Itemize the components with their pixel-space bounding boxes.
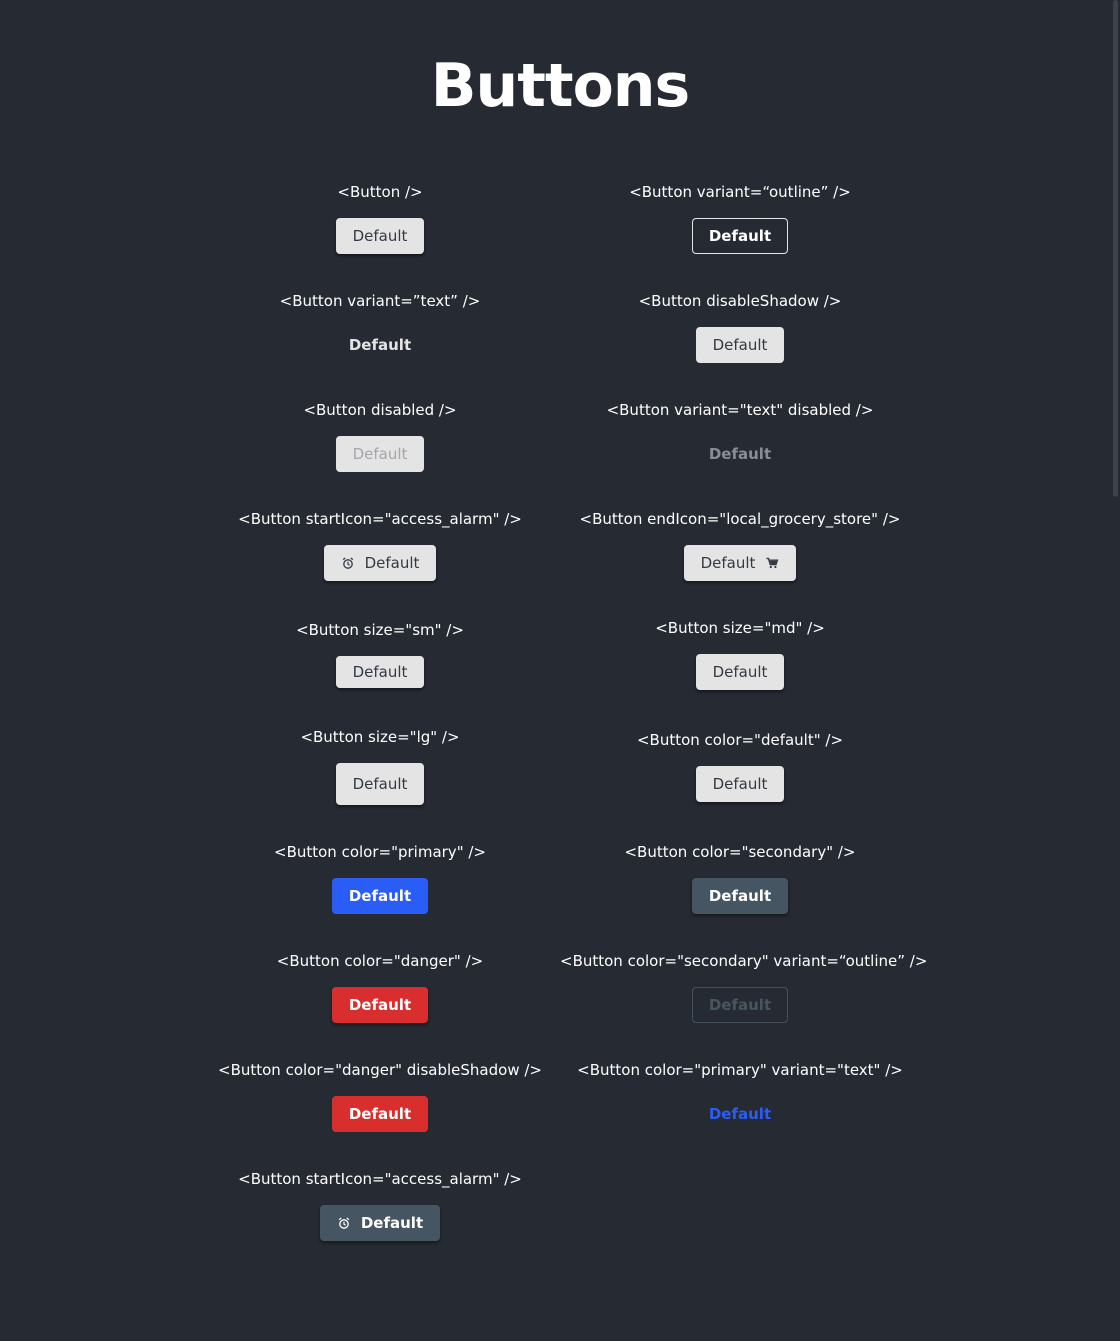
example-color-secondary: <Button color="secondary" /> Default — [560, 842, 920, 914]
secondary-button[interactable]: Default — [691, 878, 789, 914]
text-button[interactable]: Default — [332, 327, 428, 363]
example-label: <Button color="secondary" variant=“outli… — [560, 952, 928, 970]
example-label: <Button startIcon="access_alarm" /> — [238, 1170, 522, 1188]
secondary-icon-button[interactable]: Default — [319, 1205, 441, 1241]
default-button[interactable]: Default — [335, 218, 425, 254]
example-disable-shadow: <Button disableShadow /> Default — [560, 291, 920, 363]
example-size-md: <Button size="md" /> Default — [560, 618, 920, 690]
small-button[interactable]: Default — [335, 656, 425, 688]
primary-button[interactable]: Default — [331, 878, 429, 914]
alarm-icon — [337, 1216, 351, 1230]
example-danger-noshadow: <Button color="danger" disableShadow /> … — [170, 1060, 590, 1132]
example-disabled: <Button disabled /> Default — [200, 400, 560, 472]
start-icon-button[interactable]: Default — [323, 545, 437, 581]
primary-text-button[interactable]: Default — [692, 1096, 788, 1132]
example-label: <Button /> — [337, 183, 423, 201]
example-color-danger: <Button color="danger" /> Default — [200, 951, 560, 1023]
button-label: Default — [360, 1214, 424, 1232]
example-label: <Button variant=”text” /> — [279, 292, 481, 310]
example-label: <Button variant="text" disabled /> — [606, 401, 874, 419]
example-label: <Button disabled /> — [303, 401, 457, 419]
example-outline: <Button variant=“outline” /> Default — [560, 182, 920, 254]
danger-no-shadow-button[interactable]: Default — [331, 1096, 429, 1132]
example-label: <Button startIcon="access_alarm" /> — [238, 510, 522, 528]
end-icon-button[interactable]: Default — [683, 545, 797, 581]
example-label: <Button size="sm" /> — [296, 621, 464, 639]
button-label: Default — [364, 554, 420, 572]
example-label: <Button color="danger" /> — [276, 952, 484, 970]
large-button[interactable]: Default — [335, 763, 425, 805]
example-end-icon: <Button endIcon="local_grocery_store" />… — [560, 509, 920, 581]
example-label: <Button color="default" /> — [636, 731, 844, 749]
medium-button[interactable]: Default — [695, 654, 785, 690]
example-label: <Button color="primary" variant="text" /… — [577, 1061, 903, 1079]
example-label: <Button color="danger" disableShadow /> — [218, 1061, 542, 1079]
example-secondary-icon: <Button startIcon="access_alarm" /> Defa… — [200, 1169, 560, 1241]
example-label: <Button disableShadow /> — [638, 292, 842, 310]
example-secondary-outline: <Button color="secondary" variant=“outli… — [560, 951, 928, 1023]
example-primary-text: <Button color="primary" variant="text" /… — [560, 1060, 920, 1132]
example-text: <Button variant=”text” /> Default — [200, 291, 560, 363]
vertical-scrollbar[interactable] — [1113, 0, 1118, 497]
example-text-disabled: <Button variant="text" disabled /> Defau… — [560, 400, 920, 472]
example-label: <Button size="lg" /> — [300, 728, 460, 746]
button-label: Default — [700, 554, 756, 572]
default-color-button[interactable]: Default — [695, 766, 785, 802]
outline-button[interactable]: Default — [691, 218, 789, 254]
example-label: <Button endIcon="local_grocery_store" /> — [579, 510, 901, 528]
alarm-icon — [341, 556, 355, 570]
example-start-icon: <Button startIcon="access_alarm" /> Defa… — [200, 509, 560, 581]
page-title: Buttons — [430, 51, 690, 121]
example-color-default: <Button color="default" /> Default — [560, 730, 920, 802]
text-disabled-button: Default — [692, 436, 788, 472]
example-label: <Button size="md" /> — [655, 619, 825, 637]
example-size-sm: <Button size="sm" /> Default — [200, 620, 560, 688]
example-label: <Button color="primary" /> — [274, 843, 486, 861]
disabled-button: Default — [335, 436, 425, 472]
example-color-primary: <Button color="primary" /> Default — [200, 842, 560, 914]
example-basic: <Button /> Default — [200, 182, 560, 254]
example-size-lg: <Button size="lg" /> Default — [200, 727, 560, 805]
no-shadow-button[interactable]: Default — [695, 327, 785, 363]
danger-button[interactable]: Default — [331, 987, 429, 1023]
example-label: <Button color="secondary" /> — [624, 843, 856, 861]
example-label: <Button variant=“outline” /> — [629, 183, 851, 201]
secondary-outline-button[interactable]: Default — [691, 987, 789, 1023]
cart-icon — [765, 556, 779, 570]
